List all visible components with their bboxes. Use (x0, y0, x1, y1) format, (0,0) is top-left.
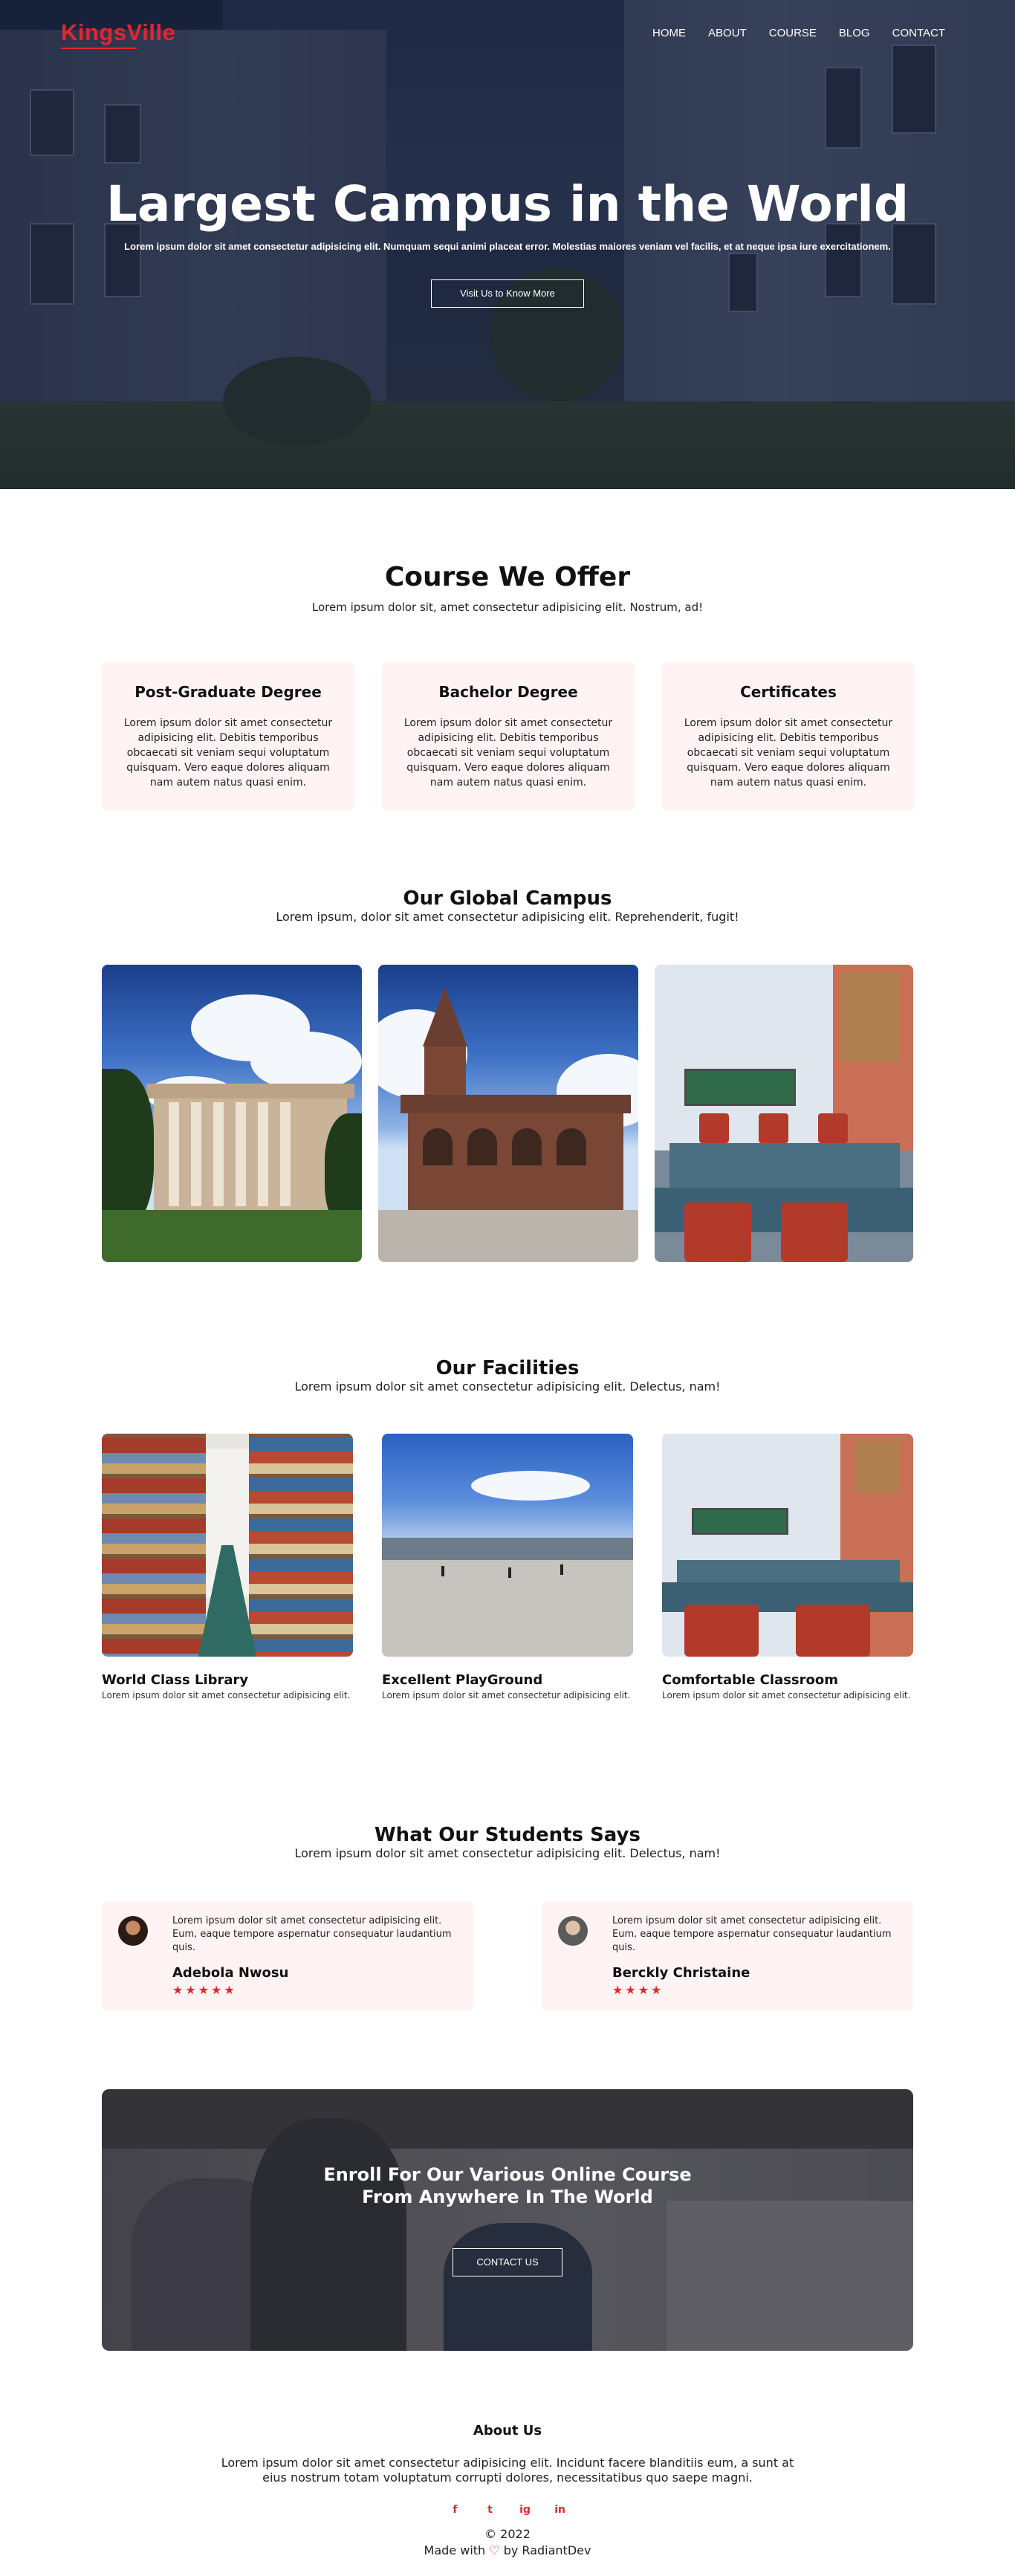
twitter-icon[interactable]: t (479, 2504, 501, 2516)
courses-title: Course We Offer (384, 562, 631, 592)
star-rating-icon: ★★★★★ (172, 1983, 237, 1997)
enroll-banner: Enroll For Our Various Online Course Fro… (102, 2089, 913, 2351)
hero-section: KingsVille HOME ABOUT COURSE BLOG CONTAC… (0, 0, 1015, 489)
copyright: © 2022 (484, 2527, 531, 2541)
nav-course[interactable]: COURSE (769, 27, 817, 39)
facility-photo-library (102, 1434, 353, 1657)
hero-subtitle: Lorem ipsum dolor sit amet consectetur a… (124, 241, 891, 252)
course-card-title: Post-Graduate Degree (134, 683, 322, 701)
facility-name: World Class Library (102, 1672, 249, 1688)
nav-contact[interactable]: CONTACT (892, 27, 945, 39)
campus-subtitle: Lorem ipsum, dolor sit amet consectetur … (276, 910, 739, 924)
testimonial-card: Lorem ipsum dolor sit amet consectetur a… (102, 1901, 473, 2011)
testimonials-title: What Our Students Says (374, 1824, 641, 1846)
nav-blog[interactable]: BLOG (839, 27, 870, 39)
main-nav: HOME ABOUT COURSE BLOG CONTACT (652, 27, 945, 39)
made-with: Made with ♡ by RadiantDev (0, 2543, 1015, 2557)
enroll-title-line2: From Anywhere In The World (362, 2187, 653, 2207)
nav-home[interactable]: HOME (652, 27, 686, 39)
testimonial-card: Lorem ipsum dolor sit amet consectetur a… (542, 1901, 913, 2011)
facilities-title: Our Facilities (435, 1357, 580, 1379)
avatar (558, 1916, 588, 1946)
hero-title: Largest Campus in the World (106, 175, 909, 233)
courses-subtitle: Lorem ipsum dolor sit, amet consectetur … (311, 601, 704, 614)
course-card-title: Bachelor Degree (438, 683, 578, 701)
facility-desc: Lorem ipsum dolor sit amet consectetur a… (102, 1690, 351, 1700)
enroll-title: Enroll For Our Various Online Course Fro… (102, 2164, 913, 2208)
facility-name: Comfortable Classroom (662, 1672, 839, 1688)
course-card-text: Lorem ipsum dolor sit amet consectetur a… (684, 717, 893, 789)
nav-about[interactable]: ABOUT (708, 27, 747, 39)
brand-logo[interactable]: KingsVille (61, 19, 175, 46)
facilities-subtitle: Lorem ipsum dolor sit amet consectetur a… (294, 1379, 721, 1394)
made-with-suffix: by RadiantDev (503, 2543, 591, 2557)
enroll-title-line1: Enroll For Our Various Online Course (323, 2164, 692, 2185)
logo-underline (61, 48, 137, 49)
visit-us-button[interactable]: Visit Us to Know More (431, 279, 584, 308)
campus-photo-church (378, 965, 638, 1262)
course-card[interactable]: Post-Graduate Degree Lorem ipsum dolor s… (102, 662, 354, 811)
facility-photo-classroom (662, 1434, 913, 1657)
facility-desc: Lorem ipsum dolor sit amet consectetur a… (662, 1690, 911, 1700)
testimonial-name: Adebola Nwosu (172, 1965, 289, 1981)
course-card-text: Lorem ipsum dolor sit amet consectetur a… (123, 717, 333, 789)
course-card[interactable]: Certificates Lorem ipsum dolor sit amet … (662, 662, 915, 811)
contact-us-button[interactable]: CONTACT US (453, 2248, 562, 2276)
footer-title: About Us (473, 2423, 542, 2439)
facility-photo-playground (382, 1434, 633, 1657)
facility-name: Excellent PlayGround (382, 1672, 543, 1688)
instagram-icon[interactable]: ig (514, 2504, 536, 2516)
testimonial-name: Berckly Christaine (612, 1965, 750, 1981)
testimonials-subtitle: Lorem ipsum dolor sit amet consectetur a… (294, 1846, 721, 1860)
footer-text: Lorem ipsum dolor sit amet consectetur a… (221, 2456, 794, 2485)
avatar (118, 1916, 148, 1946)
social-links: f t ig in (0, 2502, 1015, 2516)
facebook-icon[interactable]: f (444, 2504, 466, 2516)
testimonial-text: Lorem ipsum dolor sit amet consectetur a… (172, 1915, 452, 1953)
course-card-text: Lorem ipsum dolor sit amet consectetur a… (403, 717, 613, 789)
facility-desc: Lorem ipsum dolor sit amet consectetur a… (382, 1690, 631, 1700)
linkedin-icon[interactable]: in (549, 2504, 571, 2516)
course-card-title: Certificates (740, 683, 837, 701)
course-card[interactable]: Bachelor Degree Lorem ipsum dolor sit am… (382, 662, 635, 811)
campus-photo-hall (102, 965, 362, 1262)
heart-icon: ♡ (489, 2543, 500, 2557)
star-rating-icon: ★★★★ (612, 1983, 664, 1997)
campus-title: Our Global Campus (403, 887, 612, 910)
made-with-prefix: Made with (424, 2543, 486, 2557)
testimonial-text: Lorem ipsum dolor sit amet consectetur a… (612, 1915, 892, 1953)
campus-photo-classroom (655, 965, 913, 1262)
